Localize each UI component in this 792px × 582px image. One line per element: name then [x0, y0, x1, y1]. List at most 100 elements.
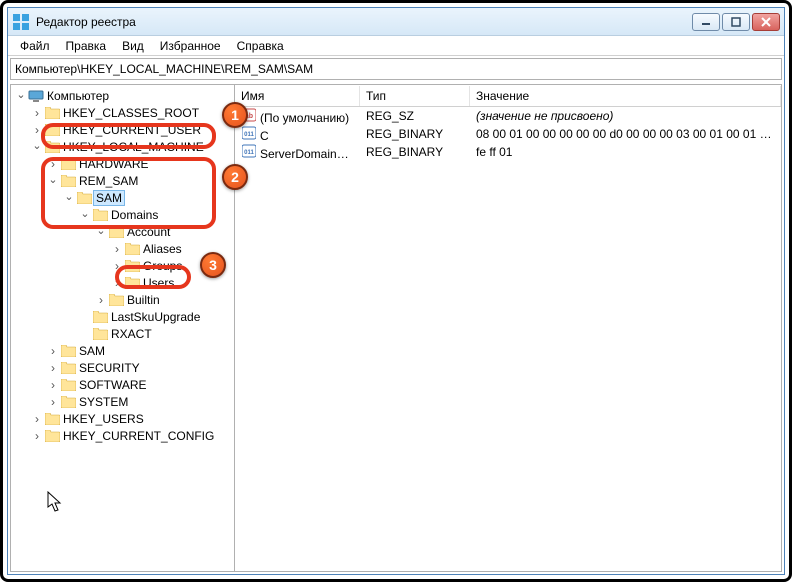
- tree-node[interactable]: SYSTEM: [11, 393, 234, 410]
- chevron-right-icon[interactable]: [111, 243, 123, 255]
- tree-label: HARDWARE: [79, 157, 149, 171]
- chevron-right-icon[interactable]: [47, 158, 59, 170]
- tree-node[interactable]: HKEY_LOCAL_MACHINE: [11, 138, 234, 155]
- callout-badge-1: 1: [222, 102, 248, 128]
- value-name: 011C: [235, 124, 360, 144]
- folder-icon: [92, 208, 108, 222]
- address-bar[interactable]: Компьютер\HKEY_LOCAL_MACHINE\REM_SAM\SAM: [10, 58, 782, 80]
- close-button[interactable]: [752, 13, 780, 31]
- tree-label: Account: [127, 225, 170, 239]
- chevron-right-icon[interactable]: [31, 107, 43, 119]
- value-type: REG_BINARY: [360, 144, 470, 160]
- expand-icon[interactable]: [15, 90, 27, 102]
- folder-icon: [60, 361, 76, 375]
- chevron-down-icon[interactable]: [47, 175, 59, 187]
- value-row[interactable]: 011ServerDomainU...REG_BINARYfe ff 01: [235, 143, 781, 161]
- tree-node[interactable]: Builtin: [11, 291, 234, 308]
- tree-node[interactable]: HKEY_CURRENT_USER: [11, 121, 234, 138]
- folder-icon: [124, 259, 140, 273]
- chevron-down-icon[interactable]: [31, 141, 43, 153]
- tree-node[interactable]: REM_SAM: [11, 172, 234, 189]
- tree-node[interactable]: RXACT: [11, 325, 234, 342]
- chevron-right-icon[interactable]: [31, 413, 43, 425]
- chevron-right-icon[interactable]: [31, 430, 43, 442]
- tree-label: HKEY_LOCAL_MACHINE: [63, 140, 204, 154]
- titlebar[interactable]: Редактор реестра: [8, 8, 784, 36]
- value-row[interactable]: 011CREG_BINARY08 00 01 00 00 00 00 00 d0…: [235, 125, 781, 143]
- folder-icon: [60, 378, 76, 392]
- tree-node[interactable]: HKEY_USERS: [11, 410, 234, 427]
- tree-label: HKEY_USERS: [63, 412, 144, 426]
- chevron-down-icon[interactable]: [63, 192, 75, 204]
- tree-pane[interactable]: Компьютер HKEY_CLASSES_ROOT HKEY_CURRENT_…: [10, 84, 235, 572]
- tree-root[interactable]: Компьютер: [11, 87, 234, 104]
- value-name: 011ServerDomainU...: [235, 142, 360, 162]
- tree-node[interactable]: SAM: [11, 189, 234, 206]
- menu-file[interactable]: Файл: [12, 37, 58, 55]
- registry-editor-window: Редактор реестра Файл Правка Вид Избранн…: [7, 7, 785, 575]
- minimize-button[interactable]: [692, 13, 720, 31]
- tree-node[interactable]: Account: [11, 223, 234, 240]
- cursor-icon: [47, 491, 63, 513]
- tree-label: LastSkuUpgrade: [111, 310, 200, 324]
- chevron-right-icon[interactable]: [47, 345, 59, 357]
- tree-label: Компьютер: [47, 89, 109, 103]
- chevron-right-icon[interactable]: [47, 379, 59, 391]
- tree-node[interactable]: HKEY_CLASSES_ROOT: [11, 104, 234, 121]
- chevron-right-icon[interactable]: [31, 124, 43, 136]
- tree-label: SYSTEM: [79, 395, 128, 409]
- chevron-down-icon[interactable]: [79, 209, 91, 221]
- tree-label: Builtin: [127, 293, 160, 307]
- chevron-right-icon[interactable]: [111, 277, 123, 289]
- folder-icon: [44, 123, 60, 137]
- tree-node[interactable]: HKEY_CURRENT_CONFIG: [11, 427, 234, 444]
- col-value[interactable]: Значение: [470, 86, 781, 106]
- menu-edit[interactable]: Правка: [58, 37, 115, 55]
- menu-help[interactable]: Справка: [229, 37, 292, 55]
- window-controls: [692, 13, 780, 31]
- folder-icon: [108, 225, 124, 239]
- tree-node[interactable]: Domains: [11, 206, 234, 223]
- tree-node[interactable]: SOFTWARE: [11, 376, 234, 393]
- value-data: 08 00 01 00 00 00 00 00 d0 00 00 00 03 0…: [470, 126, 781, 142]
- folder-icon: [44, 140, 60, 154]
- folder-icon: [60, 344, 76, 358]
- folder-icon: [60, 157, 76, 171]
- value-row[interactable]: ab(По умолчанию)REG_SZ(значение не присв…: [235, 107, 781, 125]
- chevron-down-icon[interactable]: [95, 226, 107, 238]
- folder-icon: [108, 293, 124, 307]
- chevron-right-icon[interactable]: [47, 396, 59, 408]
- values-pane[interactable]: Имя Тип Значение ab(По умолчанию)REG_SZ(…: [235, 84, 782, 572]
- svg-text:011: 011: [244, 132, 254, 138]
- folder-icon: [92, 310, 108, 324]
- tree-node[interactable]: SECURITY: [11, 359, 234, 376]
- maximize-button[interactable]: [722, 13, 750, 31]
- list-header: Имя Тип Значение: [235, 85, 781, 107]
- binary-value-icon: 011: [241, 125, 257, 141]
- tree-node[interactable]: Aliases: [11, 240, 234, 257]
- value-data: (значение не присвоено): [470, 108, 781, 124]
- col-name[interactable]: Имя: [235, 86, 360, 106]
- folder-icon: [60, 395, 76, 409]
- tree-label: RXACT: [111, 327, 152, 341]
- binary-value-icon: 011: [241, 143, 257, 159]
- computer-icon: [28, 89, 44, 103]
- chevron-right-icon[interactable]: [95, 294, 107, 306]
- tree-label: Groups: [143, 259, 182, 273]
- col-type[interactable]: Тип: [360, 86, 470, 106]
- tree-node[interactable]: SAM: [11, 342, 234, 359]
- tree-label: Users: [143, 276, 174, 290]
- menu-favorites[interactable]: Избранное: [152, 37, 229, 55]
- menu-view[interactable]: Вид: [114, 37, 152, 55]
- tree-label: HKEY_CURRENT_USER: [63, 123, 201, 137]
- value-type: REG_BINARY: [360, 126, 470, 142]
- svg-text:011: 011: [244, 150, 254, 156]
- tree-label: Aliases: [143, 242, 182, 256]
- tree-node[interactable]: HARDWARE: [11, 155, 234, 172]
- tree-node[interactable]: Users: [11, 274, 234, 291]
- chevron-right-icon[interactable]: [111, 260, 123, 272]
- tree-node[interactable]: LastSkuUpgrade: [11, 308, 234, 325]
- chevron-right-icon[interactable]: [47, 362, 59, 374]
- tree-label: SAM: [79, 344, 105, 358]
- tree-label: HKEY_CURRENT_CONFIG: [63, 429, 214, 443]
